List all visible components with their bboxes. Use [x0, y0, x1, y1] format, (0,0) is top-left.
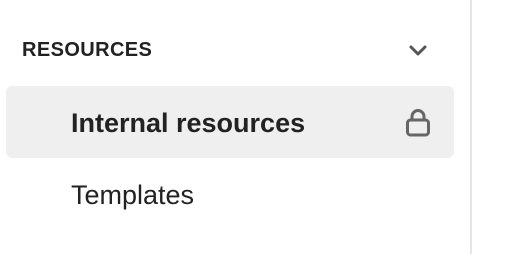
sidebar-item-templates[interactable]: Templates — [6, 158, 454, 230]
sidebar: RESOURCES Internal resources Templates — [0, 0, 470, 254]
sidebar-item-label: Internal resources — [71, 108, 306, 138]
sidebar-item-label: Templates — [71, 180, 195, 210]
resources-section-header[interactable]: RESOURCES — [0, 28, 470, 72]
sidebar-item-internal-resources[interactable]: Internal resources — [6, 86, 454, 158]
section-title: RESOURCES — [22, 39, 153, 61]
app-page: RESOURCES Internal resources Templates — [0, 0, 514, 254]
main-content-area — [472, 0, 514, 254]
chevron-down-icon[interactable] — [404, 38, 432, 62]
lock-icon — [406, 109, 430, 137]
